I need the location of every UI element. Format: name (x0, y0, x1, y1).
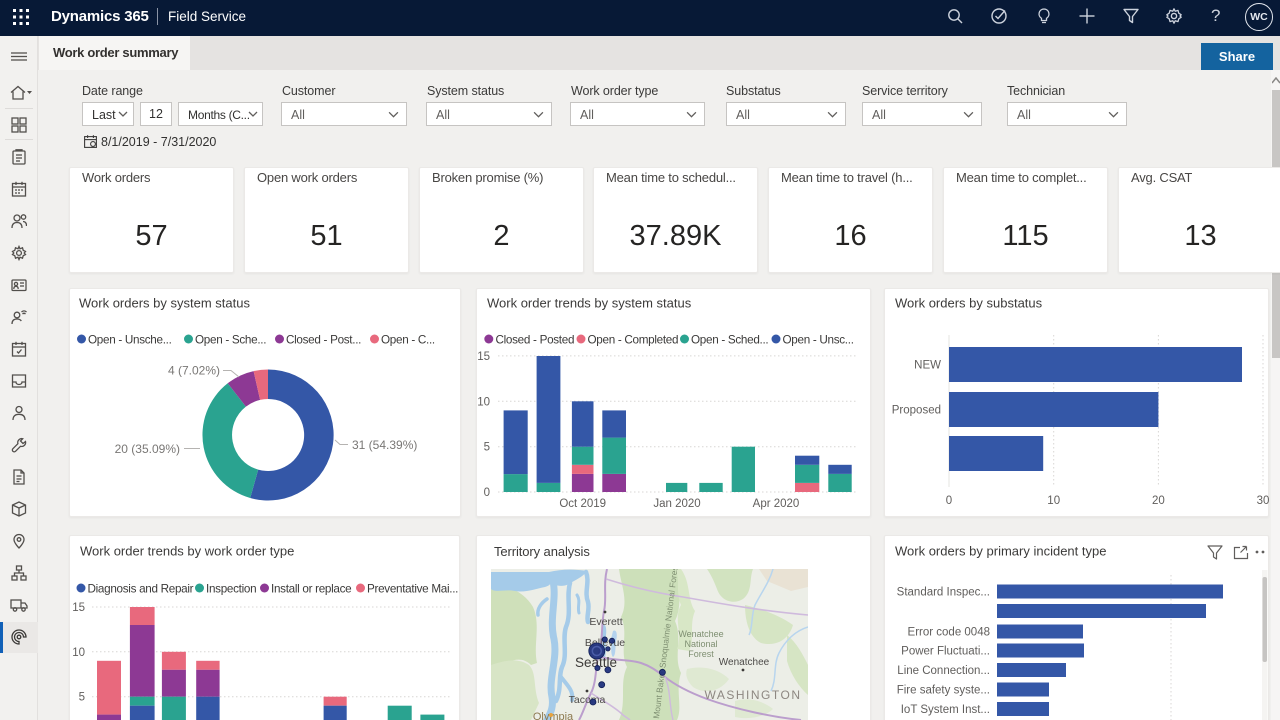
svg-text:10: 10 (72, 647, 85, 659)
svg-text:Power Fluctuati...: Power Fluctuati... (901, 646, 990, 658)
svg-text:Error code 0048: Error code 0048 (908, 627, 990, 639)
svg-text:Open - Sched...: Open - Sched... (691, 334, 768, 347)
svg-text:Proposed: Proposed (892, 405, 941, 417)
svg-text:National: National (684, 639, 717, 649)
svg-text:Work order trends by system st: Work order trends by system status (487, 296, 692, 311)
svg-text:Open - Completed: Open - Completed (588, 334, 679, 347)
svg-text:Wenatchee: Wenatchee (678, 629, 723, 639)
svg-text:5: 5 (484, 442, 490, 454)
svg-text:Fire safety syste...: Fire safety syste... (897, 685, 990, 697)
svg-text:Work orders by substatus: Work orders by substatus (895, 296, 1043, 311)
svg-text:0: 0 (484, 487, 490, 499)
svg-text:Install or replace: Install or replace (271, 583, 351, 596)
svg-text:15: 15 (72, 602, 85, 614)
svg-text:Open - Unsche...: Open - Unsche... (88, 334, 172, 347)
svg-text:IoT System Inst...: IoT System Inst... (901, 704, 990, 716)
svg-text:Open - Sche...: Open - Sche... (195, 334, 266, 347)
svg-text:Olympia: Olympia (533, 711, 574, 720)
svg-text:Jan 2020: Jan 2020 (653, 498, 700, 510)
svg-text:Work orders by primary inciden: Work orders by primary incident type (895, 544, 1106, 559)
svg-text:5: 5 (79, 692, 85, 704)
svg-text:Standard Inspec...: Standard Inspec... (897, 587, 990, 599)
svg-text:Inspection: Inspection (206, 583, 256, 596)
svg-text:Work order trends by work orde: Work order trends by work order type (80, 544, 294, 559)
svg-text:4 (7.02%): 4 (7.02%) (168, 364, 220, 378)
svg-text:20: 20 (1152, 495, 1165, 507)
svg-text:30: 30 (1257, 495, 1269, 507)
svg-text:NEW: NEW (914, 360, 941, 372)
svg-text:Tacoma: Tacoma (569, 694, 606, 706)
svg-text:10: 10 (477, 396, 490, 408)
svg-text:Open - C...: Open - C... (381, 334, 435, 347)
svg-text:0: 0 (946, 495, 952, 507)
svg-text:10: 10 (1047, 495, 1060, 507)
svg-text:WASHINGTON: WASHINGTON (704, 688, 801, 702)
svg-text:20 (35.09%): 20 (35.09%) (115, 442, 180, 456)
svg-text:Everett: Everett (589, 616, 622, 628)
svg-text:Preventative Mai...: Preventative Mai... (367, 583, 458, 596)
svg-text:Closed - Posted: Closed - Posted (496, 334, 575, 347)
svg-text:Forest: Forest (688, 649, 714, 659)
svg-text:Open - Unsc...: Open - Unsc... (783, 334, 854, 347)
svg-text:Apr 2020: Apr 2020 (753, 498, 800, 510)
svg-text:Line Connection...: Line Connection... (897, 665, 990, 677)
svg-text:Closed - Post...: Closed - Post... (286, 334, 361, 347)
svg-text:Wenatchee: Wenatchee (719, 657, 770, 668)
svg-text:31 (54.39%): 31 (54.39%) (352, 438, 417, 452)
svg-text:Work orders by system status: Work orders by system status (79, 296, 250, 311)
svg-text:Oct 2019: Oct 2019 (559, 498, 606, 510)
svg-text:15: 15 (477, 351, 490, 363)
svg-text:Diagnosis and Repair: Diagnosis and Repair (88, 583, 194, 596)
